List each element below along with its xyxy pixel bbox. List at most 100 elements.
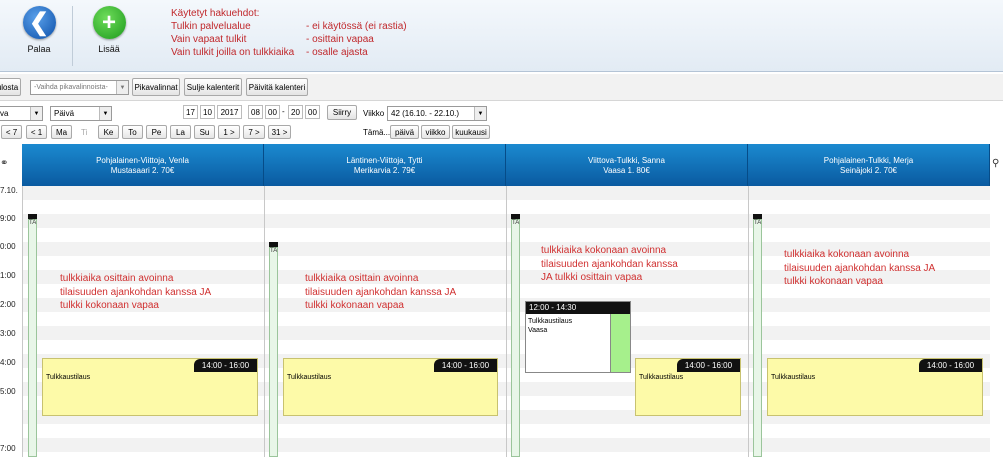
forward-7-days-button[interactable]: 7 > (243, 125, 265, 139)
toolbar-divider (72, 6, 73, 66)
annotation-line: tilaisuuden ajankohdan kanssa (541, 258, 678, 270)
ta-label: TA (512, 220, 520, 226)
close-calendars-button[interactable]: Sulje kalenterit (184, 78, 242, 96)
chevron-down-icon: ▼ (116, 81, 128, 94)
day-button-ti[interactable]: Ti (81, 128, 87, 137)
day-button-la[interactable]: La (170, 125, 191, 139)
annotation-line: tulkkiaika osittain avoinna (60, 273, 174, 284)
day-input[interactable]: 17 (183, 105, 198, 119)
booking-title: Tulkkaustilaus (771, 374, 816, 381)
month-input[interactable]: 10 (200, 105, 215, 119)
interpreter-header[interactable]: Viittova-Tulkki, Sanna Vaasa 1. 80€ (506, 144, 748, 186)
quick-select-button[interactable]: Pikavalinnat (132, 78, 180, 96)
print-button[interactable]: ulosta (0, 78, 21, 96)
interpreter-header[interactable]: Läntinen-Viittoja, Tytti Merikarvia 2. 7… (264, 144, 506, 186)
refresh-calendar-button[interactable]: Päivitä kalenteri (246, 78, 308, 96)
this-day-button[interactable]: päivä (390, 125, 419, 139)
annotation-line: JA tulkki osittain vapaa (541, 272, 643, 283)
add-label: Lisää (98, 44, 120, 54)
criteria-title: Käytetyt hakuehdot: (171, 8, 260, 19)
criteria-label: Vain vapaat tulkit (171, 34, 247, 45)
hour-to-input[interactable]: 20 (288, 105, 303, 119)
hour-label: 2:00 (0, 300, 16, 309)
booking-request[interactable]: 14:00 - 16:00 Tulkkaustilaus (635, 358, 741, 416)
interpreter-info: Merikarvia 2. 79€ (353, 166, 416, 175)
hour-gutter: 7.10. 9:00 0:00 1:00 2:00 3:00 4:00 5:00… (0, 144, 22, 457)
day-button-ke[interactable]: Ke (98, 125, 119, 139)
add-button[interactable]: + Lisää (89, 6, 129, 54)
hour-label: 7:00 (0, 444, 16, 453)
top-toolbar: ❮ Palaa + Lisää Käytetyt hakuehdot: Tulk… (0, 0, 1003, 72)
view-select-value: va (0, 109, 9, 118)
annotation: tulkkiaika kokonaan avoinna tilaisuuden … (541, 244, 678, 285)
week-select[interactable]: 42 (16.10. - 22.10.) ▼ (387, 106, 487, 121)
annotation-line: tulkki kokonaan vapaa (305, 300, 404, 311)
annotation-line: tilaisuuden ajankohdan kanssa JA (60, 286, 212, 298)
booking-place: Vaasa (528, 327, 548, 334)
minute-from-input[interactable]: 00 (265, 105, 280, 119)
annotation-line: tulkkiaika kokonaan avoinna (784, 249, 910, 260)
forward-31-days-button[interactable]: 31 > (268, 125, 291, 139)
hour-label: 1:00 (0, 271, 16, 280)
this-week-button[interactable]: viikko (421, 125, 450, 139)
period-select-value: Päivä (54, 109, 75, 118)
ta-label: TA (29, 220, 37, 226)
availability-strip[interactable] (511, 219, 520, 457)
back-button[interactable]: ❮ Palaa (19, 6, 59, 54)
time-range-dash: - (282, 107, 285, 116)
day-button-su[interactable]: Su (194, 125, 215, 139)
interpreter-header[interactable]: Pohjalainen-Tulkki, Merja Seinäjoki 2. 7… (748, 144, 990, 186)
annotation-line: tulkki kokonaan vapaa (60, 300, 159, 311)
hour-label: 4:00 (0, 358, 16, 367)
booking-time: 14:00 - 16:00 (677, 359, 740, 372)
view-select[interactable]: va ▼ (0, 106, 43, 121)
interpreter-name: Pohjalainen-Tulkki, Merja (823, 156, 914, 165)
booking-request[interactable]: 14:00 - 16:00 Tulkkaustilaus (283, 358, 498, 416)
annotation-line: tulkkiaika osittain avoinna (305, 273, 419, 284)
annotation: tulkkiaika osittain avoinna tilaisuuden … (60, 272, 211, 313)
interpreter-name: Viittova-Tulkki, Sanna (588, 156, 665, 165)
booking-time: 14:00 - 16:00 (434, 359, 497, 372)
zoom-icon[interactable]: ⚲ (992, 158, 999, 169)
existing-booking[interactable]: 12:00 - 14:30 Tulkkaustilaus Vaasa (525, 301, 631, 373)
booking-title: Tulkkaustilaus (287, 374, 332, 381)
availability-strip[interactable] (753, 219, 762, 457)
week-select-value: 42 (16.10. - 22.10.) (391, 109, 460, 118)
action-bar: ulosta -Vaihda pikavalinnoista- ▼ Pikava… (0, 74, 1003, 101)
availability-strip[interactable] (28, 219, 37, 457)
annotation: tulkkiaika osittain avoinna tilaisuuden … (305, 272, 456, 313)
link-icon[interactable]: ⚭ (0, 158, 8, 169)
booking-title: Tulkkaustilaus (639, 374, 684, 381)
criteria-value: - ei käytössä (ei rastia) (306, 21, 407, 32)
criteria-value: - osittain vapaa (306, 34, 374, 45)
chevron-down-icon: ▼ (474, 107, 486, 120)
interpreter-header[interactable]: Pohjalainen-Viittoja, Venla Mustasaari 2… (22, 144, 264, 186)
booking-request[interactable]: 14:00 - 16:00 Tulkkaustilaus (767, 358, 983, 416)
year-input[interactable]: 2017 (217, 105, 242, 119)
back-label: Palaa (27, 44, 51, 54)
interpreter-info: Mustasaari 2. 70€ (110, 166, 175, 175)
booking-request[interactable]: 14:00 - 16:00 Tulkkaustilaus (42, 358, 258, 416)
back-1-day-button[interactable]: < 1 (26, 125, 47, 139)
plus-icon: + (92, 6, 126, 39)
back-7-days-button[interactable]: < 7 (1, 125, 22, 139)
this-month-button[interactable]: kuukausi (452, 125, 490, 139)
day-button-to[interactable]: To (122, 125, 143, 139)
this-label: Tämä... (363, 128, 391, 137)
day-button-pe[interactable]: Pe (146, 125, 167, 139)
chevron-down-icon: ▼ (99, 107, 111, 120)
day-button-ma[interactable]: Ma (51, 125, 72, 139)
availability-strip[interactable] (269, 247, 278, 457)
go-button[interactable]: Siirry (327, 105, 357, 120)
booking-title: Tulkkaustilaus (528, 318, 573, 325)
hour-label: 5:00 (0, 387, 16, 396)
quick-select[interactable]: -Vaihda pikavalinnoista- ▼ (30, 80, 129, 95)
period-select[interactable]: Päivä ▼ (50, 106, 112, 121)
booking-time: 14:00 - 16:00 (919, 359, 982, 372)
hour-label: 3:00 (0, 329, 16, 338)
annotation-line: tulkki kokonaan vapaa (784, 276, 883, 287)
chevron-down-icon: ▼ (30, 107, 42, 120)
minute-to-input[interactable]: 00 (305, 105, 320, 119)
forward-1-day-button[interactable]: 1 > (218, 125, 240, 139)
hour-from-input[interactable]: 08 (248, 105, 263, 119)
